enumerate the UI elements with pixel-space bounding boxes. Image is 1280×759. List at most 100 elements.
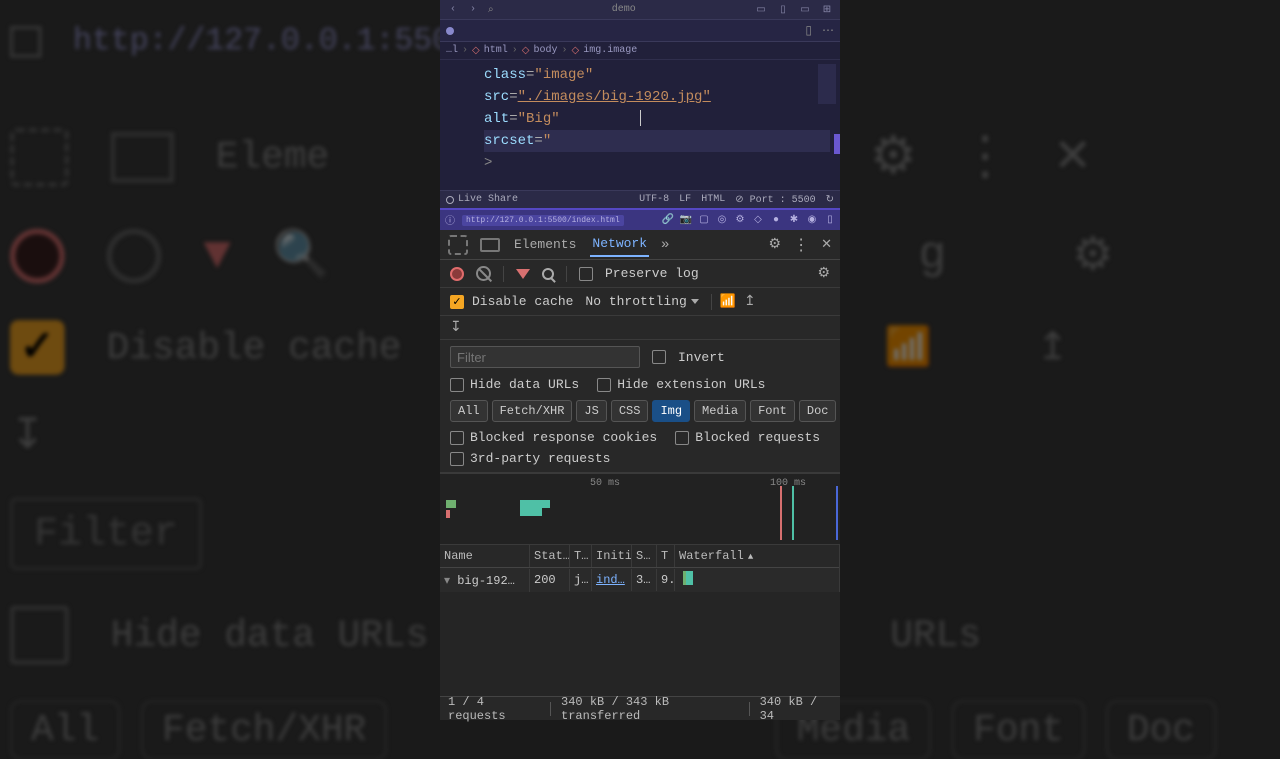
breadcrumb[interactable]: …l› ◇html› ◇body› ◇img.image [440,42,840,60]
disable-cache-label: Disable cache [472,294,573,309]
chip-media[interactable]: Media [694,400,746,422]
blocked-cookies-checkbox[interactable] [450,431,464,445]
search-icon[interactable] [542,268,554,280]
ext-icon-1[interactable]: ▢ [698,214,710,226]
scroll-indicator [834,134,840,154]
chip-all[interactable]: All [450,400,488,422]
network-settings-icon[interactable] [817,265,830,282]
tab-elements[interactable]: Elements [512,233,578,256]
tab-network[interactable]: Network [590,232,649,257]
network-timeline[interactable]: 50 ms 100 ms [440,473,840,545]
network-toolbar-3 [440,316,840,340]
network-toolbar-2: ✓ Disable cache No throttling 📶 [440,288,840,316]
ext-icon-8[interactable]: ▯ [824,214,836,226]
breadcrumb-item[interactable]: body [533,45,557,56]
url-text[interactable]: http://127.0.0.1:5500/index.html [462,215,624,226]
layout-icon-1[interactable]: ▭ [754,3,768,17]
command-center[interactable]: demo [502,4,746,15]
chip-img[interactable]: Img [652,400,690,422]
table-row[interactable]: ▾ big-192… 200 j… ind… 3… 9. [440,568,840,592]
resource-type-chips: All Fetch/XHR JS CSS Img Media Font Doc [440,395,840,427]
editor-titlebar: ‹ › ⌕ demo ▭ ▯ ▭ ⊞ [440,0,840,20]
layout-icon-4[interactable]: ⊞ [820,3,834,17]
hide-ext-urls-label: Hide extension URLs [617,377,765,392]
blocked-requests-checkbox[interactable] [675,431,689,445]
filter-input[interactable] [450,346,640,368]
network-conditions-icon[interactable]: 📶 [720,294,736,309]
ext-icon-5[interactable]: ● [770,214,782,226]
inspect-icon[interactable] [448,235,468,255]
kebab-icon[interactable] [793,235,809,255]
filter-row: Invert [440,340,840,374]
filter-toggle-icon[interactable] [516,269,530,279]
blocked-cookies-label: Blocked response cookies [470,430,657,445]
network-table-header[interactable]: Name Stat… T… Initi… S… T Waterfall▲ [440,545,840,568]
language-indicator[interactable]: HTML [701,194,725,205]
camera-icon[interactable]: 📷 [680,214,692,226]
chip-css[interactable]: CSS [611,400,649,422]
code-editor[interactable]: class="image" src="./images/big-1920.jpg… [440,60,840,190]
blocked-requests-label: Blocked requests [695,430,820,445]
chevron-down-icon [691,299,699,304]
chip-fetch[interactable]: Fetch/XHR [492,400,573,422]
ext-icon-4[interactable]: ◇ [752,214,764,226]
invert-label: Invert [678,350,725,365]
requests-count: 1 / 4 requests [448,695,540,723]
ext-icon-2[interactable]: ◎ [716,214,728,226]
link-icon[interactable]: 🔗 [662,214,674,226]
network-footer: 1 / 4 requests 340 kB / 343 kB transferr… [440,696,840,720]
port-indicator[interactable]: ⊘ Port : 5500 [735,194,815,206]
resources-size: 340 kB / 34 [760,695,832,723]
record-icon[interactable] [450,267,464,281]
forward-icon[interactable]: › [466,3,480,17]
layout-icon-2[interactable]: ▯ [776,3,790,17]
chip-js[interactable]: JS [576,400,606,422]
chip-font[interactable]: Font [750,400,795,422]
search-icon[interactable]: ⌕ [488,4,494,16]
invert-checkbox[interactable] [652,350,666,364]
text-cursor [640,110,641,126]
back-icon[interactable]: ‹ [446,3,460,17]
hide-ext-urls-checkbox[interactable] [597,378,611,392]
minimap[interactable] [818,64,836,104]
throttling-dropdown[interactable]: No throttling [581,292,702,311]
device-toggle-icon[interactable] [480,238,500,252]
encoding-indicator[interactable]: UTF-8 [639,194,669,205]
download-icon[interactable] [450,319,462,336]
waterfall-bar [683,571,693,585]
hide-data-urls-checkbox[interactable] [450,378,464,392]
more-icon[interactable]: ⋯ [822,23,834,38]
info-icon[interactable]: ⓘ [444,214,456,226]
browser-url-bar: ⓘ http://127.0.0.1:5500/index.html 🔗 📷 ▢… [440,210,840,230]
editor-statusbar: Live Share UTF-8 LF HTML ⊘ Port : 5500 ↻ [440,190,840,208]
breadcrumb-item[interactable]: …l [446,45,458,56]
close-devtools-icon[interactable] [821,237,832,252]
chip-doc[interactable]: Doc [799,400,837,422]
breadcrumb-item[interactable]: html [484,45,508,56]
upload-icon[interactable] [744,293,756,310]
clear-icon[interactable] [476,266,491,281]
editor-tabbar: ▯ ⋯ [440,20,840,42]
ext-icon-3[interactable]: ⚙ [734,214,746,226]
split-editor-icon[interactable]: ▯ [805,23,812,38]
settings-icon[interactable] [769,236,782,253]
devtools-tab-bar: Elements Network [440,230,840,260]
live-share-button[interactable]: Live Share [446,194,518,205]
eol-indicator[interactable]: LF [679,194,691,205]
preserve-log-checkbox[interactable] [579,267,593,281]
disable-cache-checkbox[interactable]: ✓ [450,295,464,309]
layout-icon-3[interactable]: ▭ [798,3,812,17]
modified-indicator-icon [446,27,454,35]
devtools-panel: Elements Network Preserve log [440,230,840,720]
browser-window: ⓘ http://127.0.0.1:5500/index.html 🔗 📷 ▢… [440,208,840,720]
ext-icon-6[interactable]: ✱ [788,214,800,226]
timeline-tick: 100 ms [770,478,806,489]
hide-data-urls-label: Hide data URLs [470,377,579,392]
broadcast-icon[interactable]: ↻ [826,194,834,206]
ext-icon-7[interactable]: ◉ [806,214,818,226]
more-tabs-icon[interactable] [661,237,669,253]
third-party-checkbox[interactable] [450,452,464,466]
timeline-tick: 50 ms [590,478,620,489]
breadcrumb-item[interactable]: img.image [583,45,637,56]
transferred-size: 340 kB / 343 kB transferred [561,695,739,723]
